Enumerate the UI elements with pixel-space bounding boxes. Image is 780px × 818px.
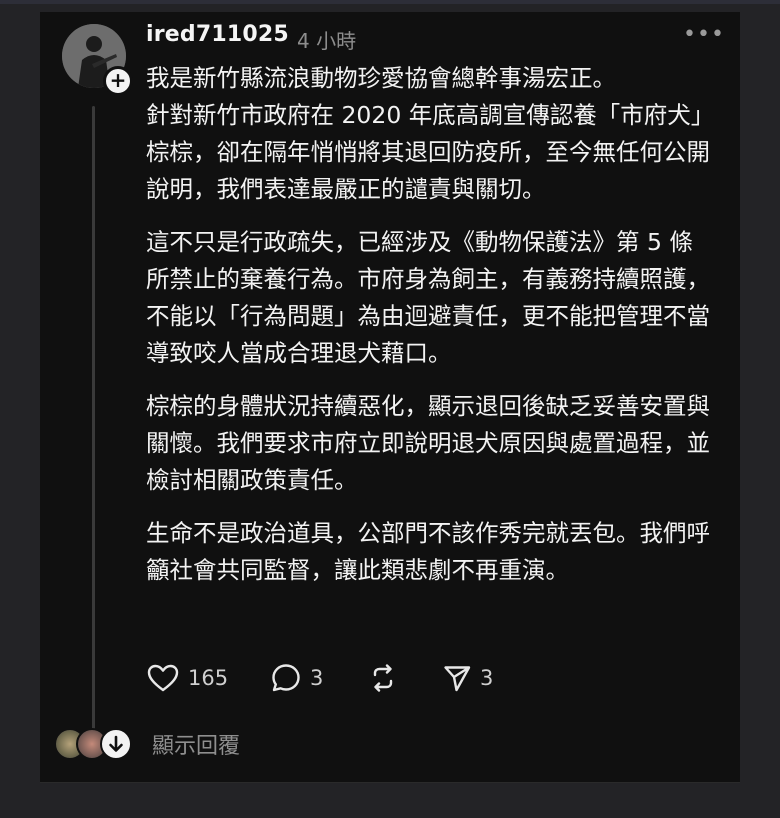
- arrow-down-icon: [109, 735, 123, 752]
- like-button[interactable]: 165: [146, 660, 228, 696]
- share-count: 3: [480, 666, 494, 690]
- more-dots-icon[interactable]: •••: [683, 22, 725, 47]
- post-paragraph: 我是新竹縣流浪動物珍愛協會總幹事湯宏正。 針對新竹市政府在 2020 年底高調宣…: [146, 64, 715, 203]
- post-paragraph: 這不只是行政疏失，已經涉及《動物保護法》第 5 條所禁止的棄養行為。市府身為飼主…: [146, 228, 710, 367]
- share-button[interactable]: 3: [442, 660, 493, 696]
- thread-line: [92, 106, 95, 734]
- like-count: 165: [188, 666, 229, 690]
- follow-plus-button[interactable]: +: [103, 66, 133, 96]
- send-icon: [444, 666, 471, 692]
- card-divider: [40, 782, 740, 783]
- post-paragraph: 棕棕的身體狀況持續惡化，顯示退回後缺乏妥善安置與關懷。我們要求市府立即說明退犬原…: [146, 392, 710, 494]
- post-timestamp: 4 小時: [297, 29, 357, 53]
- repost-button[interactable]: [368, 660, 406, 696]
- post-username[interactable]: ired711025: [146, 22, 289, 47]
- heart-icon: [147, 664, 179, 692]
- show-replies-link[interactable]: 顯示回覆: [152, 728, 240, 760]
- comment-bubble-icon: [272, 664, 300, 692]
- comment-button[interactable]: 3: [270, 660, 323, 696]
- post-paragraph: 生命不是政治道具，公部門不該作秀完就丟包。我們呼籲社會共同監督，讓此類悲劇不再重…: [146, 519, 710, 584]
- expand-replies-button[interactable]: [100, 728, 132, 760]
- repost-icon: [373, 664, 393, 692]
- window-top-edge: [0, 0, 780, 4]
- post-body: 我是新竹縣流浪動物珍愛協會總幹事湯宏正。 針對新竹市政府在 2020 年底高調宣…: [146, 60, 716, 605]
- comment-count: 3: [310, 666, 324, 690]
